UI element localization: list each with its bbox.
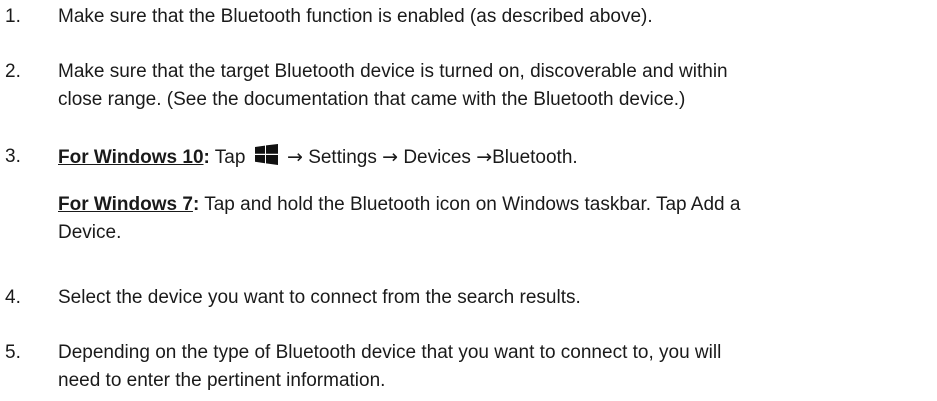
label-colon: : <box>192 194 200 215</box>
tap-text: Tap <box>214 147 246 168</box>
instructions-document: 1. Make sure that the Bluetooth function… <box>0 0 937 401</box>
step-text-line: Depending on the type of Bluetooth devic… <box>58 342 722 363</box>
windows-7-label: For Windows 7 <box>58 194 193 215</box>
step-number: 4. <box>5 287 21 308</box>
arrow-icon: → <box>476 146 493 168</box>
arrow-icon: → <box>382 146 399 168</box>
step-text: Depending on the type of Bluetooth devic… <box>58 339 937 395</box>
path-bluetooth: Bluetooth. <box>492 147 578 168</box>
step-text: Make sure that the target Bluetooth devi… <box>58 58 937 114</box>
windows-7-instruction: For Windows 7: Tap and hold the Bluetoot… <box>58 191 937 247</box>
label-colon: : <box>203 147 210 168</box>
windows-7-text-line: Device. <box>58 222 122 243</box>
step-number: 1. <box>5 6 21 27</box>
path-devices: Devices <box>403 147 471 168</box>
step-text: Select the device you want to connect fr… <box>58 287 581 308</box>
step-text: Make sure that the Bluetooth function is… <box>58 6 653 27</box>
step-text-line: Make sure that the target Bluetooth devi… <box>58 61 728 82</box>
arrow-icon: → <box>286 146 303 168</box>
windows-10-instruction: For Windows 10: Tap → Settings → Devices… <box>58 143 937 172</box>
windows-10-label: For Windows 10 <box>58 147 204 168</box>
path-settings: Settings <box>308 147 377 168</box>
step-number: 5. <box>5 342 21 363</box>
step-text: For Windows 10: Tap → Settings → Devices… <box>58 143 937 247</box>
step-number: 2. <box>5 61 21 82</box>
step-number: 3. <box>5 146 21 167</box>
step-text-line: close range. (See the documentation that… <box>58 89 686 110</box>
windows-7-text: Tap and hold the Bluetooth icon on Windo… <box>204 194 741 215</box>
step-text-line: need to enter the pertinent information. <box>58 370 386 391</box>
windows-logo-icon <box>254 144 278 165</box>
